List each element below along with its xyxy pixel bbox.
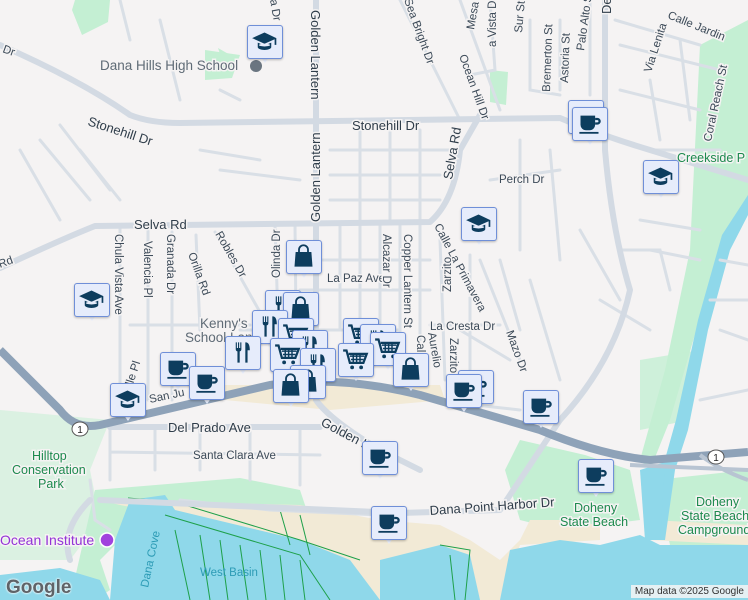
label-copper-lantern: Copper Lantern St — [401, 234, 413, 329]
label-doheny-camp-2: State Beach — [681, 509, 748, 523]
coffee-marker[interactable] — [371, 506, 407, 550]
coffee-marker[interactable] — [572, 107, 608, 151]
label-la-paz: La Paz Ave — [327, 273, 385, 285]
highway-shield-right: 1 — [707, 449, 725, 465]
shopping-cart-icon — [274, 341, 301, 368]
svg-text:1: 1 — [713, 453, 719, 464]
label-sur: Sur St — [513, 0, 528, 33]
label-hilltop-3: Park — [38, 477, 64, 491]
shopping-bag-icon — [290, 243, 317, 270]
label-vista: a Vista Dr — [487, 0, 499, 47]
school-marker[interactable] — [461, 207, 497, 251]
label-mesa: Mesa — [465, 0, 482, 30]
label-kennys: Kenny's — [200, 316, 248, 331]
label-doheny-camp-1: Doheny — [696, 495, 740, 509]
coffee-marker[interactable] — [189, 366, 225, 410]
label-hilltop-2: Conservation — [12, 463, 86, 477]
svg-text:1: 1 — [77, 425, 83, 436]
label-sea-bright: Sea Bright Dr — [401, 0, 436, 66]
label-alcazar: Alcazar Dr — [380, 234, 392, 288]
shopping-marker[interactable] — [393, 353, 429, 397]
label-perch: Perch Dr — [499, 174, 545, 186]
restaurant-icon — [229, 339, 256, 366]
label-bremerton: Bremerton St — [541, 23, 555, 92]
school-marker[interactable] — [74, 283, 110, 327]
label-golden-lantern-1: Golden Lantern — [308, 10, 323, 100]
coffee-icon — [193, 369, 220, 396]
school-icon — [251, 28, 278, 55]
label-calle: Call — [414, 335, 426, 355]
label-doheny-2: State Beach — [560, 515, 628, 529]
label-orilla: Orilla Rd — [185, 251, 212, 297]
label-la-cresta: La Cresta Dr — [430, 321, 495, 333]
label-olinda: Olinda Dr — [271, 229, 283, 278]
school-icon — [465, 210, 492, 237]
coffee-marker[interactable] — [362, 441, 398, 485]
highway-shield-left: 1 — [71, 421, 89, 437]
school-marker[interactable] — [247, 25, 283, 69]
museum-icon — [99, 532, 115, 548]
coffee-icon — [450, 377, 477, 404]
label-creekside: Creekside P — [677, 151, 745, 165]
shopping-marker[interactable] — [273, 369, 309, 413]
label-robles: Robles Dr — [212, 230, 248, 280]
coffee-icon — [164, 355, 191, 382]
shopping-bag-icon — [397, 356, 424, 383]
label-chula-vista: Chula Vista Ave — [112, 234, 124, 315]
map-attribution[interactable]: Map data ©2025 Google — [630, 585, 748, 598]
school-icon — [647, 163, 674, 190]
label-ocean-hill: Ocean Hill Dr — [456, 53, 491, 122]
label-doheny-1: Doheny — [574, 501, 618, 515]
label-del-obispo: De — [599, 0, 614, 14]
label-ocean-institute: Ocean Institute — [0, 532, 94, 548]
shopping-marker[interactable] — [286, 240, 322, 284]
grocery-marker[interactable] — [338, 343, 374, 387]
label-zarzito-2: Zarzito — [447, 338, 459, 373]
label-west-basin: West Basin — [200, 567, 258, 579]
label-astoria: Astoria St — [559, 32, 573, 83]
label-zarzito: Zarzito — [442, 257, 454, 292]
label-selva-left: Rd — [0, 255, 15, 271]
label-stonehill-edge: Dr — [1, 44, 17, 59]
shopping-bag-icon — [277, 372, 304, 399]
school-marker[interactable] — [643, 160, 679, 204]
school-marker[interactable] — [110, 383, 146, 427]
label-granada: Granada Dr — [164, 234, 176, 294]
shopping-cart-icon — [342, 346, 369, 373]
coffee-icon — [527, 393, 554, 420]
label-golden-lantern-2: Golden Lantern — [308, 132, 323, 222]
label-hilltop-1: Hilltop — [32, 449, 67, 463]
coffee-marker[interactable] — [446, 374, 482, 418]
school-icon — [114, 386, 141, 413]
label-santa-clara: Santa Clara Ave — [193, 450, 276, 462]
coffee-icon — [366, 444, 393, 471]
coffee-marker[interactable] — [523, 390, 559, 434]
google-logo: Google — [6, 577, 72, 598]
label-mazo: Mazo Dr — [503, 329, 529, 374]
label-dana-hills-hs: Dana Hills High School — [100, 58, 238, 73]
label-valencia: Valencia Pl — [141, 241, 153, 298]
coffee-icon — [576, 110, 603, 137]
label-doheny-camp-3: Campground — [678, 523, 748, 537]
label-stonehill: Stonehill Dr — [352, 118, 420, 133]
coffee-marker[interactable] — [578, 459, 614, 503]
label-selva: Selva Rd — [134, 217, 187, 232]
label-top-dr: a Dr — [267, 0, 283, 22]
restaurant-marker[interactable] — [225, 336, 261, 380]
coffee-icon — [375, 509, 402, 536]
label-del-prado: Del Prado Ave — [168, 420, 251, 435]
coffee-icon — [582, 462, 609, 489]
label-palo-alto: Palo Alto St — [575, 0, 595, 51]
school-icon — [78, 286, 105, 313]
